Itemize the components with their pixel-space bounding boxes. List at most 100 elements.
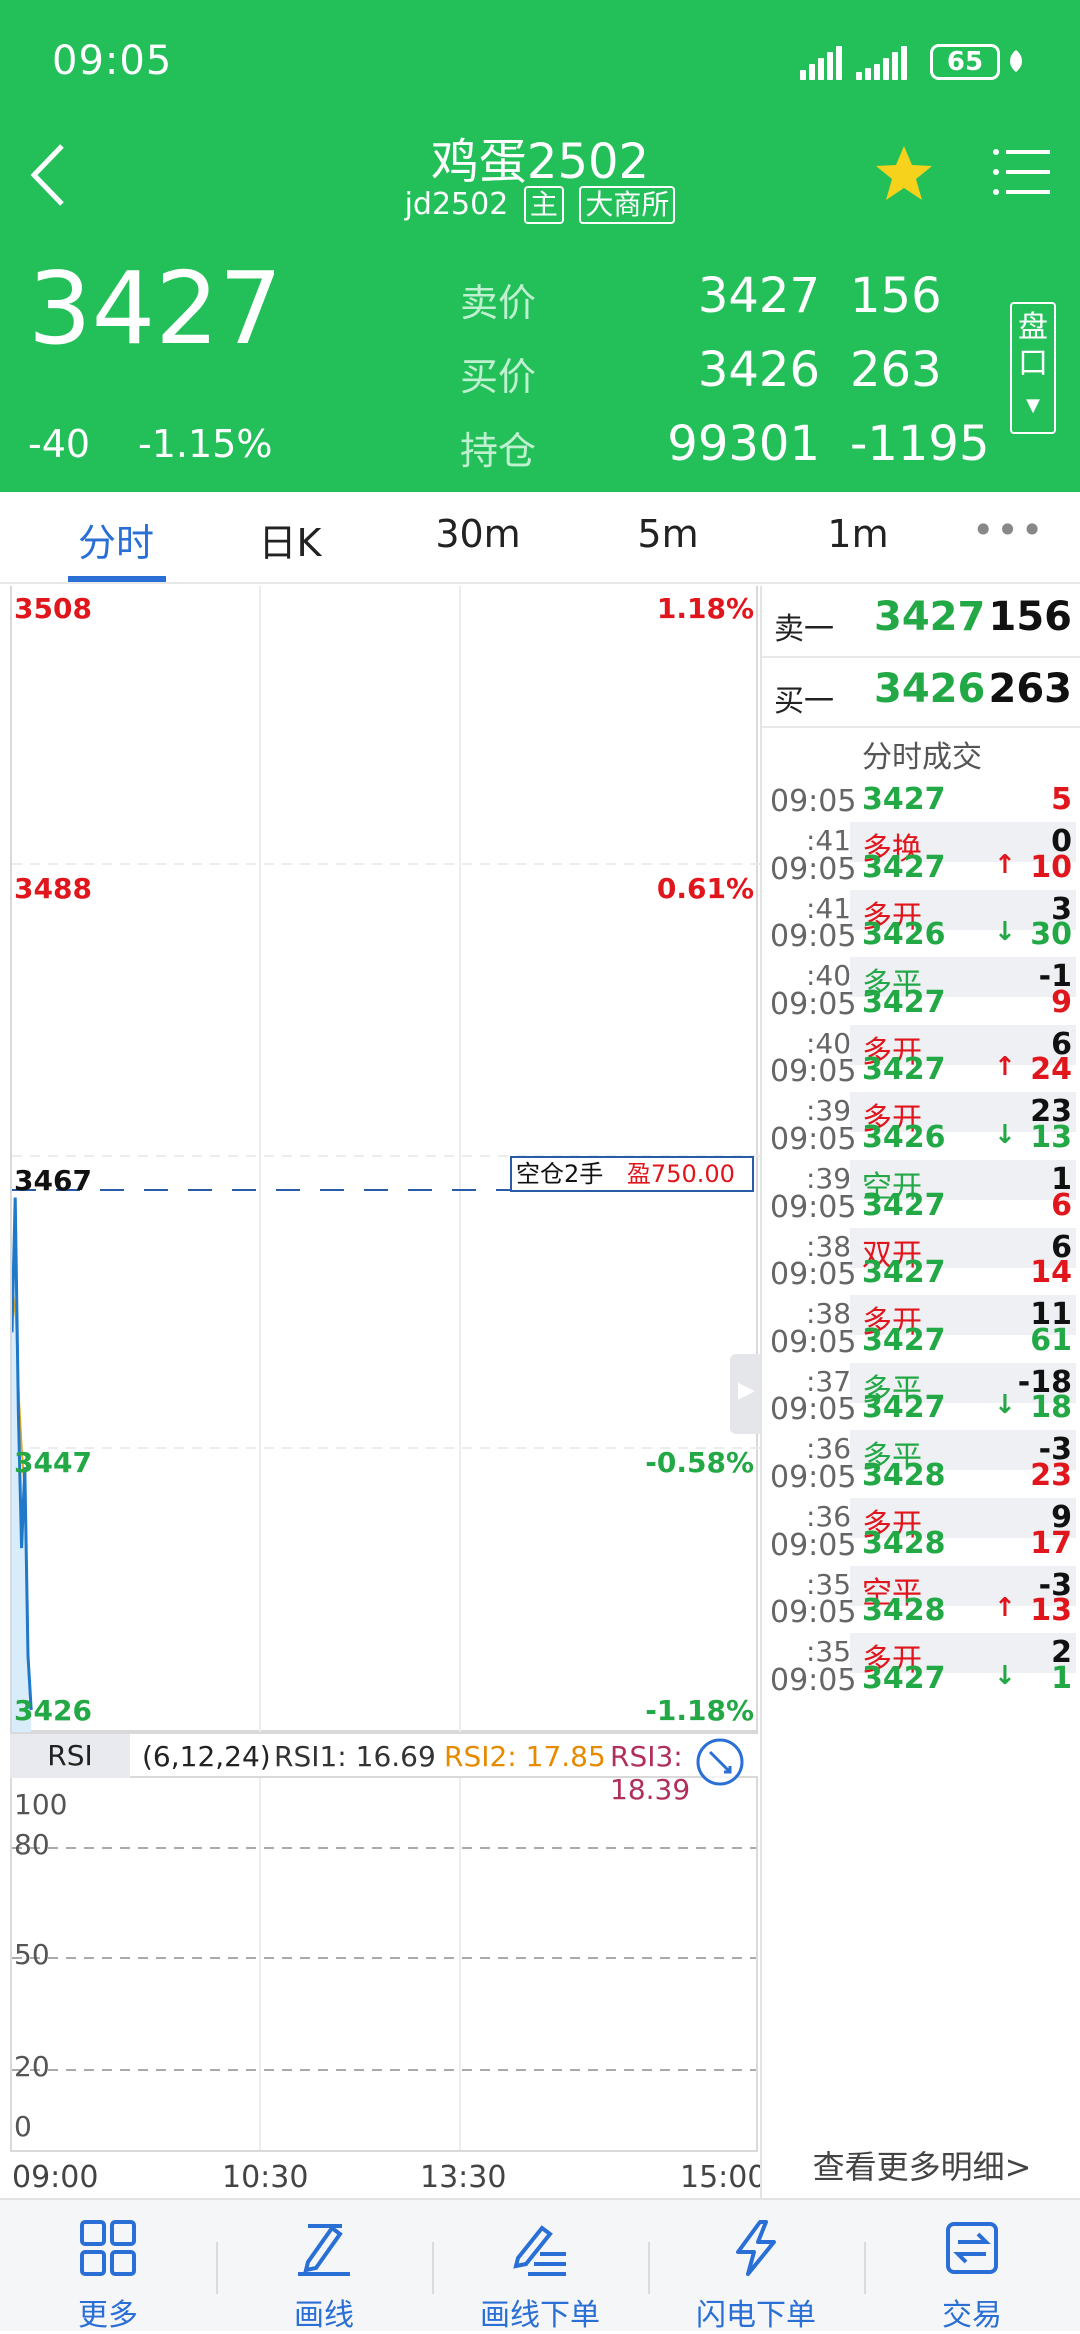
y-pct-1.18: 1.18%	[656, 592, 754, 625]
expand-handle[interactable]: ▶	[730, 1354, 760, 1434]
rsi-indicator-selector[interactable]: RSI	[10, 1734, 130, 1778]
leaf-icon	[1010, 50, 1022, 72]
nav-draw-order[interactable]: 画线下单	[432, 2200, 648, 2333]
nav-lightning-order[interactable]: 闪电下单	[648, 2200, 864, 2333]
trade-price: 3427	[862, 782, 946, 817]
y-label-3426: 3426	[14, 1694, 92, 1727]
more-tabs-icon[interactable]: •••	[972, 508, 1045, 552]
bid-label: 买价	[460, 355, 537, 399]
nav-lightning-order-label: 闪电下单	[696, 2298, 816, 2333]
rsi-level-80: 80	[14, 1828, 50, 1861]
trade-price: 3427	[862, 850, 946, 885]
trade-time: 09:05	[770, 1595, 857, 1630]
nav-more-label: 更多	[78, 2298, 138, 2333]
open-interest-value: 99301	[667, 416, 820, 472]
ask1-row: 卖一 3427 156	[762, 586, 1080, 656]
trade-row: 09:05 3427 ↓ 1	[762, 1657, 1080, 1757]
tab-5m[interactable]: 5m	[608, 512, 728, 556]
trade-direction-icon: ↓	[994, 1661, 1016, 1691]
favorite-star-icon[interactable]	[872, 142, 936, 206]
trade-volume: 61	[1030, 1323, 1072, 1358]
position-pnl: 盈750.00	[626, 1160, 735, 1188]
trade-time: 09:05	[770, 1325, 857, 1360]
x-label-1330: 13:30	[420, 2160, 507, 2195]
trade-time: 09:05	[770, 919, 857, 954]
period-tabs: 分时 日K 30m 5m 1m •••	[0, 492, 1080, 584]
tick-panel: 卖一 3427 156 买一 3426 263 分时成交 09:05:41 342…	[760, 586, 1080, 2198]
caret-down-icon: ▼	[1026, 395, 1040, 416]
trade-time: 09:05	[770, 784, 857, 819]
ask-label: 卖价	[460, 281, 537, 325]
nav-draw-line[interactable]: 画线	[216, 2200, 432, 2333]
more-detail-link[interactable]: 查看更多明细>	[762, 2142, 1080, 2188]
trade-volume: 10	[1030, 850, 1072, 885]
trade-time: 09:05	[770, 1122, 857, 1157]
last-price: 3427	[28, 250, 283, 367]
rsi-level-0: 0	[14, 2110, 32, 2143]
bid1-label: 买一	[774, 684, 834, 719]
x-label-1030: 10:30	[222, 2160, 309, 2195]
trade-direction-icon: ↑	[994, 1052, 1016, 1082]
open-interest-row: 持仓 99301 -1195	[460, 416, 989, 480]
y-label-3508: 3508	[14, 592, 92, 625]
nav-trade-label: 交易	[942, 2298, 1002, 2333]
trade-price: 3428	[862, 1458, 946, 1493]
battery-icon: 65	[930, 44, 1000, 80]
draw-line-icon	[298, 2224, 350, 2276]
trade-icon	[946, 2222, 998, 2274]
bid-volume: 263	[850, 342, 942, 398]
trade-volume: 13	[1030, 1120, 1072, 1155]
trade-time: 09:05	[770, 852, 857, 887]
intraday-chart[interactable]: 3508 3488 3467 3447 3426 1.18% 0.61% -0.…	[10, 586, 760, 1732]
y-label-3467: 3467	[14, 1164, 92, 1197]
trade-price: 3427	[862, 1661, 946, 1696]
trade-time: 09:05	[770, 1528, 857, 1563]
rsi-level-100: 100	[14, 1788, 68, 1821]
trade-price: 3426	[862, 917, 946, 952]
nav-more[interactable]: 更多	[0, 2200, 216, 2333]
ask1-qty: 156	[988, 594, 1073, 640]
trade-time: 09:05	[770, 1190, 857, 1225]
pankou-button[interactable]: 盘口 ▼	[1010, 302, 1056, 434]
bid1-qty: 263	[988, 666, 1073, 712]
trade-price: 3427	[862, 1188, 946, 1223]
rsi2-value: RSI2: 17.85	[444, 1740, 606, 1773]
trade-price: 3427	[862, 1255, 946, 1290]
rsi-grid	[12, 1778, 756, 2150]
active-tab-indicator	[68, 576, 166, 582]
rsi-header: RSI (6,12,24) RSI1: 16.69 RSI2: 17.85 RS…	[10, 1732, 758, 1806]
orderbook-divider-2	[762, 726, 1080, 728]
ask-price: 3427	[697, 268, 820, 324]
rsi-level-50: 50	[14, 1938, 50, 1971]
y-label-3447: 3447	[14, 1446, 92, 1479]
nav-draw-line-label: 画线	[294, 2298, 354, 2333]
rsi-level-20: 20	[14, 2050, 50, 2083]
trade-volume: 30	[1030, 917, 1072, 952]
tab-intraday[interactable]: 分时	[56, 512, 176, 567]
contract-code: jd2502	[404, 187, 509, 222]
rsi1-value: RSI1: 16.69	[274, 1740, 436, 1773]
trade-price: 3427	[862, 1052, 946, 1087]
nav-trade[interactable]: 交易	[864, 2200, 1080, 2333]
tab-daily-k[interactable]: 日K	[230, 512, 350, 567]
menu-icon[interactable]	[992, 146, 1050, 198]
trade-time: 09:05	[770, 1257, 857, 1292]
nav-draw-order-label: 画线下单	[480, 2298, 600, 2333]
bid1-row: 买一 3426 263	[762, 658, 1080, 728]
trade-volume: 13	[1030, 1593, 1072, 1628]
signal-icon	[800, 44, 844, 80]
tab-30m[interactable]: 30m	[418, 512, 538, 556]
tab-1m[interactable]: 1m	[798, 512, 918, 556]
rsi-panel[interactable]: 100 80 50 20 0	[10, 1778, 758, 2152]
price-change-pct: -1.15%	[138, 422, 273, 466]
position-badge[interactable]: 空仓2手 盈750.00	[510, 1156, 754, 1192]
ask-volume: 156	[850, 268, 942, 324]
bottom-nav: 更多 画线 画线下单 闪电下单 交易	[0, 2198, 1080, 2333]
trade-price: 3428	[862, 1593, 946, 1628]
signal-icon-2	[856, 44, 916, 80]
x-label-0900: 09:00	[12, 2160, 99, 2195]
trade-price: 3426	[862, 1120, 946, 1155]
caret-right-icon: ▶	[738, 1378, 755, 1403]
trade-time: 09:05	[770, 1054, 857, 1089]
bid-row: 买价 3426 263	[460, 342, 980, 406]
